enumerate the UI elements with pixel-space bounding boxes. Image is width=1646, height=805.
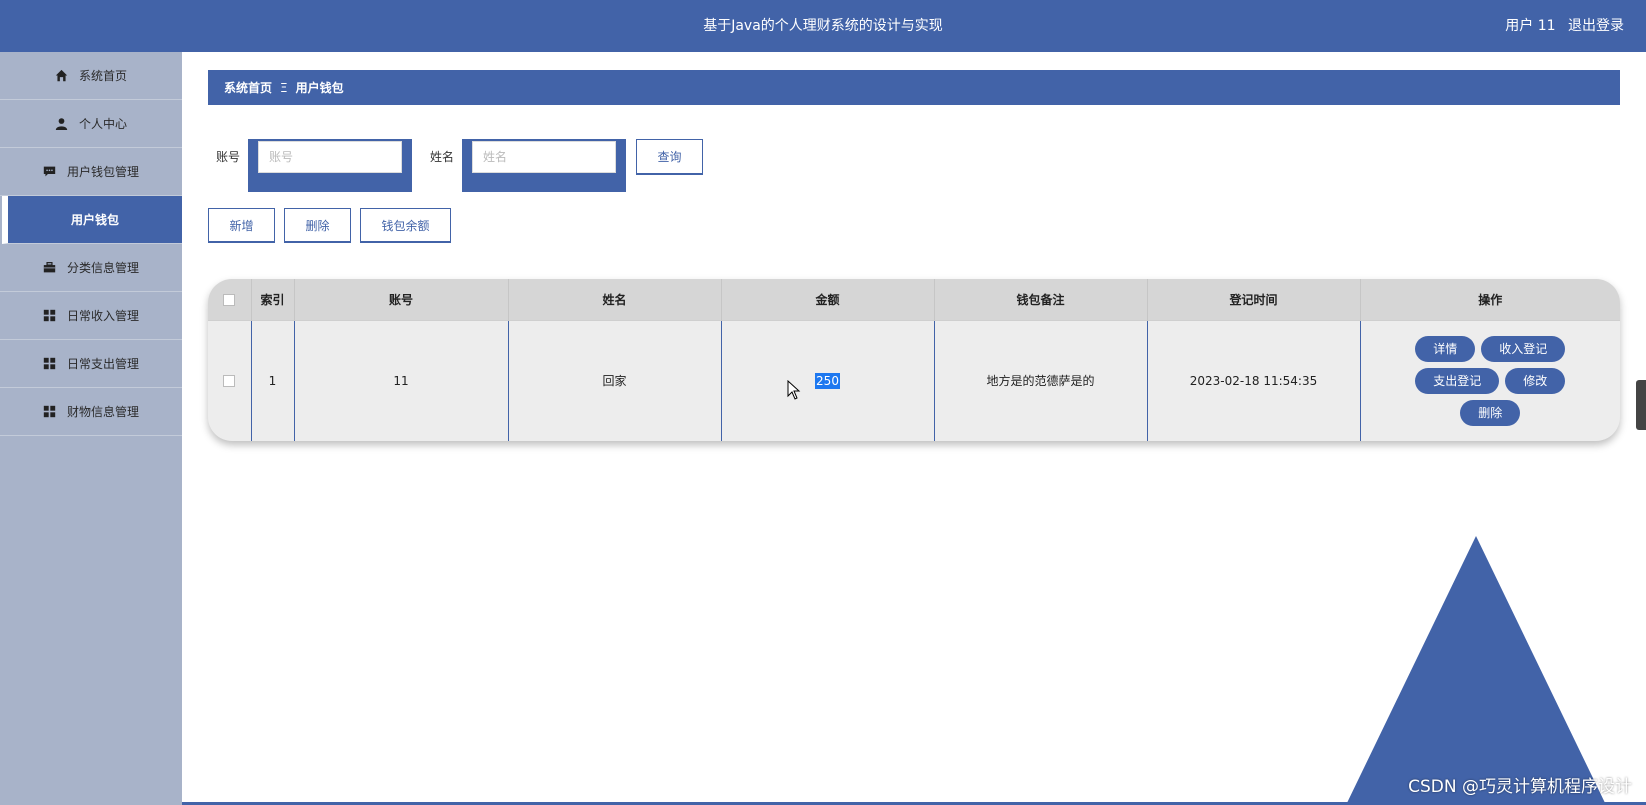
- row-actions: 详情 收入登记 支出登记 修改 删除: [1405, 335, 1575, 426]
- cell-index: 1: [251, 319, 295, 441]
- user-label: 用户 11: [1505, 18, 1556, 34]
- sidebar-item-label: 日常支出管理: [66, 357, 139, 371]
- column-header: 索引: [251, 279, 295, 320]
- detail-button[interactable]: 详情: [1415, 335, 1476, 362]
- person-icon: [55, 117, 69, 131]
- sidebar-item-label: 用户钱包: [70, 213, 119, 227]
- cell-note: 地方是的范德萨是的: [934, 319, 1148, 441]
- row-select-cell: [208, 319, 252, 441]
- sidebar-item-user-wallet[interactable]: 用户钱包: [2, 196, 182, 244]
- sidebar-item-property-management[interactable]: 财物信息管理: [0, 388, 182, 436]
- amount-value: 250: [815, 372, 840, 389]
- breadcrumb-current: 用户钱包: [295, 81, 344, 95]
- user-area: 用户 11 退出登录: [1497, 0, 1624, 52]
- breadcrumb-separator: Ξ: [280, 80, 288, 95]
- wallet-balance-button[interactable]: 钱包余额: [360, 208, 451, 243]
- cell-amount: 250: [721, 319, 935, 441]
- delete-button[interactable]: 删除: [284, 208, 351, 243]
- select-all-header: [208, 279, 252, 320]
- column-header: 操作: [1360, 279, 1620, 320]
- table-row: 1 11 回家 250 地方是的范德萨是的 2023-02-18 11:54:3…: [208, 319, 1620, 441]
- column-header: 姓名: [508, 279, 722, 320]
- row-delete-button[interactable]: 删除: [1460, 399, 1521, 426]
- sidebar-item-label: 个人中心: [78, 117, 127, 131]
- name-label: 姓名: [430, 150, 455, 164]
- mouse-cursor-icon: [787, 379, 801, 403]
- wallet-table: 索引 账号 姓名 金额 钱包备注 登记时间 操作 1 11 回家 250 地方是…: [208, 279, 1620, 441]
- sidebar-item-label: 分类信息管理: [66, 261, 139, 275]
- sidebar-item-home[interactable]: 系统首页: [0, 52, 182, 100]
- logout-link[interactable]: 退出登录: [1568, 18, 1624, 34]
- briefcase-icon: [43, 261, 57, 275]
- row-checkbox[interactable]: [223, 375, 236, 388]
- sidebar-item-personal-center[interactable]: 个人中心: [0, 100, 182, 148]
- cell-time: 2023-02-18 11:54:35: [1147, 319, 1361, 441]
- edit-button[interactable]: 修改: [1505, 367, 1566, 394]
- sidebar-item-wallet-management[interactable]: 用户钱包管理: [0, 148, 182, 196]
- income-register-button[interactable]: 收入登记: [1481, 335, 1566, 362]
- column-header: 钱包备注: [934, 279, 1148, 320]
- decorative-triangle: [1346, 536, 1606, 805]
- query-button[interactable]: 查询: [636, 139, 704, 175]
- breadcrumb-home[interactable]: 系统首页: [224, 79, 272, 96]
- sidebar: 系统首页 个人中心 用户钱包管理 用户钱包 分类信息管理 日常收入管理 日常支出…: [0, 52, 182, 805]
- sidebar-item-daily-income[interactable]: 日常收入管理: [0, 292, 182, 340]
- cell-account: 11: [294, 319, 509, 441]
- cell-name: 回家: [508, 319, 722, 441]
- grid-icon: [43, 405, 57, 419]
- table-header-row: 索引 账号 姓名 金额 钱包备注 登记时间 操作: [208, 279, 1620, 320]
- sidebar-item-label: 系统首页: [78, 69, 127, 83]
- grid-icon: [43, 357, 57, 371]
- add-button[interactable]: 新增: [208, 208, 275, 243]
- name-input[interactable]: [472, 141, 617, 173]
- select-all-checkbox[interactable]: [223, 293, 236, 306]
- cell-operations: 详情 收入登记 支出登记 修改 删除: [1360, 319, 1620, 441]
- grid-icon: [43, 309, 57, 323]
- account-label: 账号: [216, 150, 241, 164]
- account-input[interactable]: [258, 141, 403, 173]
- name-input-box: [462, 139, 627, 192]
- action-bar: 新增 删除 钱包余额: [208, 208, 460, 243]
- app-title: 基于Java的个人理财系统的设计与实现: [703, 18, 943, 34]
- search-form: 账号 姓名 查询: [208, 139, 704, 192]
- sidebar-item-daily-expense[interactable]: 日常支出管理: [0, 340, 182, 388]
- column-header: 账号: [294, 279, 509, 320]
- sidebar-item-label: 用户钱包管理: [66, 165, 139, 179]
- sidebar-item-label: 日常收入管理: [66, 309, 139, 323]
- scrollbar-handle[interactable]: [1636, 380, 1646, 430]
- breadcrumb: 系统首页 Ξ 用户钱包: [208, 70, 1620, 105]
- expense-register-button[interactable]: 支出登记: [1415, 367, 1500, 394]
- column-header: 金额: [721, 279, 935, 320]
- watermark: CSDN @巧灵计算机程序设计: [1408, 777, 1632, 797]
- sidebar-item-category-management[interactable]: 分类信息管理: [0, 244, 182, 292]
- top-bar: 基于Java的个人理财系统的设计与实现 用户 11 退出登录: [0, 0, 1646, 52]
- home-icon: [55, 69, 69, 83]
- column-header: 登记时间: [1147, 279, 1361, 320]
- account-input-box: [248, 139, 413, 192]
- sidebar-item-label: 财物信息管理: [66, 405, 139, 419]
- chat-icon: [43, 165, 57, 179]
